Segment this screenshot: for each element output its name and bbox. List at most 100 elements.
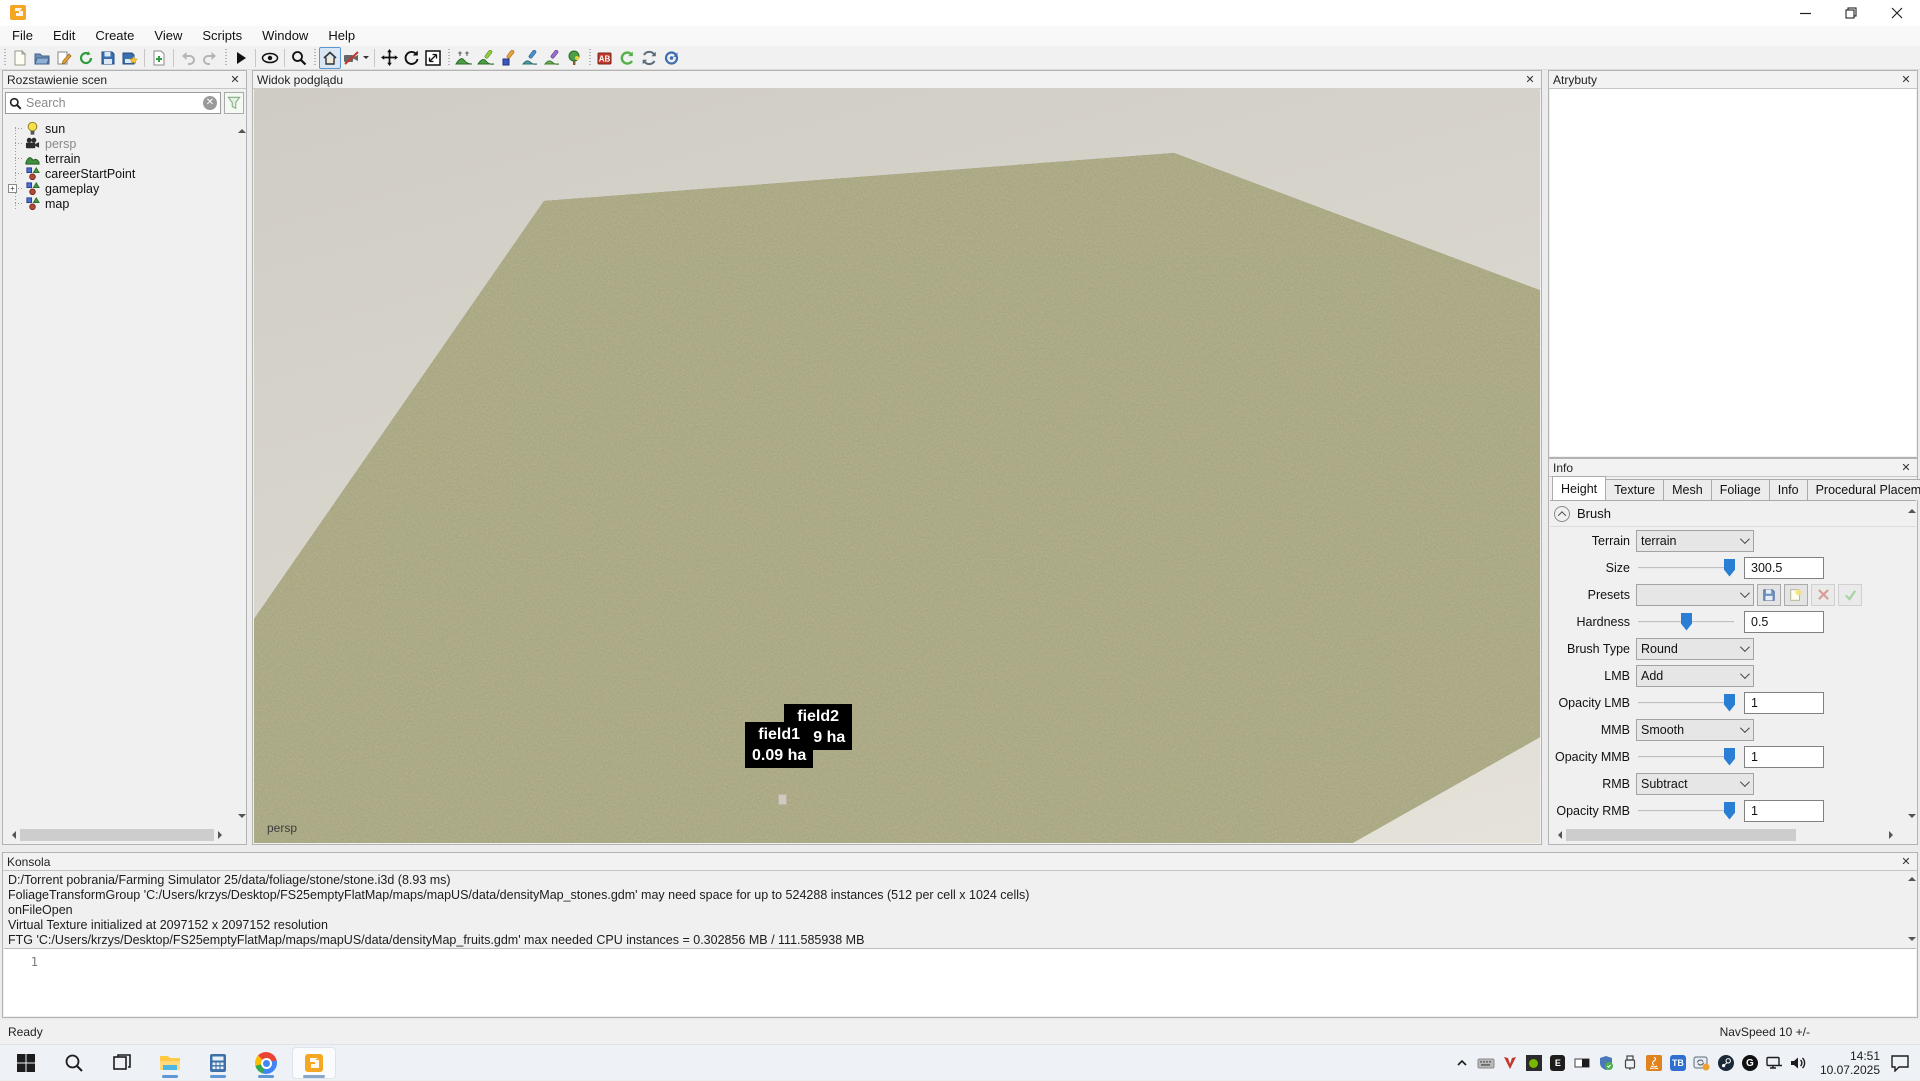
tab-foliage[interactable]: Foliage — [1711, 479, 1770, 500]
calculator-button[interactable] — [196, 1047, 240, 1079]
terrain-dropdown[interactable]: terrain — [1636, 530, 1754, 552]
terrain-paint-icon[interactable] — [475, 47, 497, 69]
opacity-lmb-slider[interactable] — [1636, 692, 1736, 714]
menu-edit[interactable]: Edit — [43, 26, 85, 46]
filter-button[interactable] — [224, 92, 244, 114]
camera-disabled-icon[interactable] — [341, 47, 363, 69]
collapse-icon[interactable] — [1554, 506, 1570, 522]
detail-paint-icon[interactable] — [519, 47, 541, 69]
tree-item-sun[interactable]: sun — [5, 121, 230, 136]
viewport-3d-view[interactable]: field2 0.09 ha field1 0.09 ha persp — [254, 88, 1540, 843]
menu-window[interactable]: Window — [252, 26, 318, 46]
save-icon[interactable] — [97, 47, 119, 69]
close-button[interactable] — [1874, 0, 1920, 26]
text-replace-icon[interactable]: AB — [594, 47, 616, 69]
color-profile-tray-icon[interactable] — [1570, 1051, 1594, 1075]
vanguard-tray-icon[interactable] — [1498, 1051, 1522, 1075]
java-tray-icon[interactable] — [1642, 1051, 1666, 1075]
tree-item-persp[interactable]: persp — [5, 136, 230, 151]
menu-view[interactable]: View — [144, 26, 192, 46]
tab-procedural-placement[interactable]: Procedural Placement — [1807, 479, 1920, 500]
new-preset-button[interactable] — [1784, 584, 1808, 606]
logitech-tray-icon[interactable]: G — [1738, 1051, 1762, 1075]
open-file-icon[interactable] — [31, 47, 53, 69]
hardness-slider[interactable] — [1636, 611, 1736, 633]
steam-tray-icon[interactable] — [1714, 1051, 1738, 1075]
minimize-button[interactable] — [1782, 0, 1828, 26]
reload-icon[interactable] — [75, 47, 97, 69]
reload-shaders-icon[interactable] — [660, 47, 682, 69]
opacity-rmb-slider[interactable] — [1636, 800, 1736, 822]
console-close-icon[interactable]: ✕ — [1899, 855, 1913, 868]
lmb-dropdown[interactable]: Add — [1636, 665, 1754, 687]
menu-create[interactable]: Create — [85, 26, 144, 46]
usb-device-tray-icon[interactable] — [1618, 1051, 1642, 1075]
tree-item-gameplay[interactable]: + gameplay — [5, 181, 230, 196]
chrome-button[interactable] — [244, 1047, 288, 1079]
scene-tree-vertical-scrollbar[interactable] — [231, 121, 245, 826]
file-explorer-button[interactable] — [148, 1047, 192, 1079]
attributes-close-icon[interactable]: ✕ — [1899, 73, 1913, 86]
terrain-mesh[interactable] — [254, 88, 1540, 843]
tab-height[interactable]: Height — [1552, 476, 1606, 500]
brush-section-header[interactable]: Brush — [1550, 501, 1916, 527]
size-slider[interactable] — [1636, 557, 1736, 579]
console-log[interactable]: D:/Torrent pobrania/Farming Simulator 25… — [4, 871, 1901, 947]
giants-editor-button[interactable] — [292, 1047, 336, 1079]
scene-tree-horizontal-scrollbar[interactable] — [4, 827, 230, 843]
tab-mesh[interactable]: Mesh — [1663, 479, 1712, 500]
hardness-input[interactable]: 0.5 — [1744, 611, 1824, 633]
slider-handle[interactable] — [1681, 613, 1692, 631]
rotate-tool-icon[interactable] — [400, 47, 422, 69]
scroll-down-icon[interactable] — [238, 814, 246, 822]
scroll-up-icon[interactable] — [1908, 873, 1916, 881]
nvidia-tray-icon[interactable] — [1522, 1051, 1546, 1075]
scroll-down-icon[interactable] — [1908, 937, 1916, 945]
scroll-right-icon[interactable] — [1889, 831, 1897, 839]
import-file-icon[interactable] — [148, 47, 170, 69]
windows-security-tray-icon[interactable] — [1594, 1051, 1618, 1075]
save-as-icon[interactable] — [119, 47, 141, 69]
scroll-left-icon[interactable] — [8, 831, 16, 839]
foliage-paint-icon[interactable] — [497, 47, 519, 69]
terrain-sculpt-icon[interactable] — [453, 47, 475, 69]
slider-handle[interactable] — [1724, 694, 1735, 712]
visibility-icon[interactable] — [259, 47, 281, 69]
taskbar-clock[interactable]: 14:51 10.07.2025 — [1820, 1049, 1880, 1077]
zoom-icon[interactable] — [288, 47, 310, 69]
notifications-icon[interactable] — [1888, 1051, 1912, 1075]
info-paint-icon[interactable] — [541, 47, 563, 69]
search-clear-icon[interactable]: ✕ — [203, 96, 217, 110]
reload-assets-icon[interactable] — [638, 47, 660, 69]
scroll-right-icon[interactable] — [218, 831, 226, 839]
task-view-button[interactable] — [100, 1047, 144, 1079]
info-close-icon[interactable]: ✕ — [1899, 461, 1913, 474]
sync-tray-icon[interactable] — [1690, 1051, 1714, 1075]
opacity-rmb-input[interactable]: 1 — [1744, 800, 1824, 822]
opacity-mmb-input[interactable]: 1 — [1744, 746, 1824, 768]
scroll-up-icon[interactable] — [238, 125, 246, 133]
opacity-lmb-input[interactable]: 1 — [1744, 692, 1824, 714]
presets-dropdown[interactable] — [1636, 584, 1754, 606]
tree-item-careerStartPoint[interactable]: careerStartPoint — [5, 166, 230, 181]
opacity-mmb-slider[interactable] — [1636, 746, 1736, 768]
viewport-close-icon[interactable]: ✕ — [1523, 73, 1537, 86]
brush-type-dropdown[interactable]: Round — [1636, 638, 1754, 660]
expand-icon[interactable]: + — [8, 184, 17, 193]
menu-help[interactable]: Help — [318, 26, 365, 46]
rmb-dropdown[interactable]: Subtract — [1636, 773, 1754, 795]
search-box[interactable]: ✕ — [5, 92, 221, 114]
save-preset-button[interactable] — [1757, 584, 1781, 606]
slider-handle[interactable] — [1724, 748, 1735, 766]
search-input[interactable] — [26, 96, 199, 110]
scrollbar-thumb[interactable] — [20, 829, 214, 841]
restore-button[interactable] — [1828, 0, 1874, 26]
script-reload-icon[interactable] — [616, 47, 638, 69]
taskbar-search-button[interactable] — [52, 1047, 96, 1079]
script-editor[interactable]: 1 — [4, 948, 1916, 1016]
scenegraph-close-icon[interactable]: ✕ — [228, 73, 242, 86]
camera-dropdown-arrow[interactable] — [363, 56, 369, 62]
start-button[interactable] — [4, 1047, 48, 1079]
scrollbar-thumb[interactable] — [1566, 829, 1796, 841]
slider-handle[interactable] — [1724, 559, 1735, 577]
